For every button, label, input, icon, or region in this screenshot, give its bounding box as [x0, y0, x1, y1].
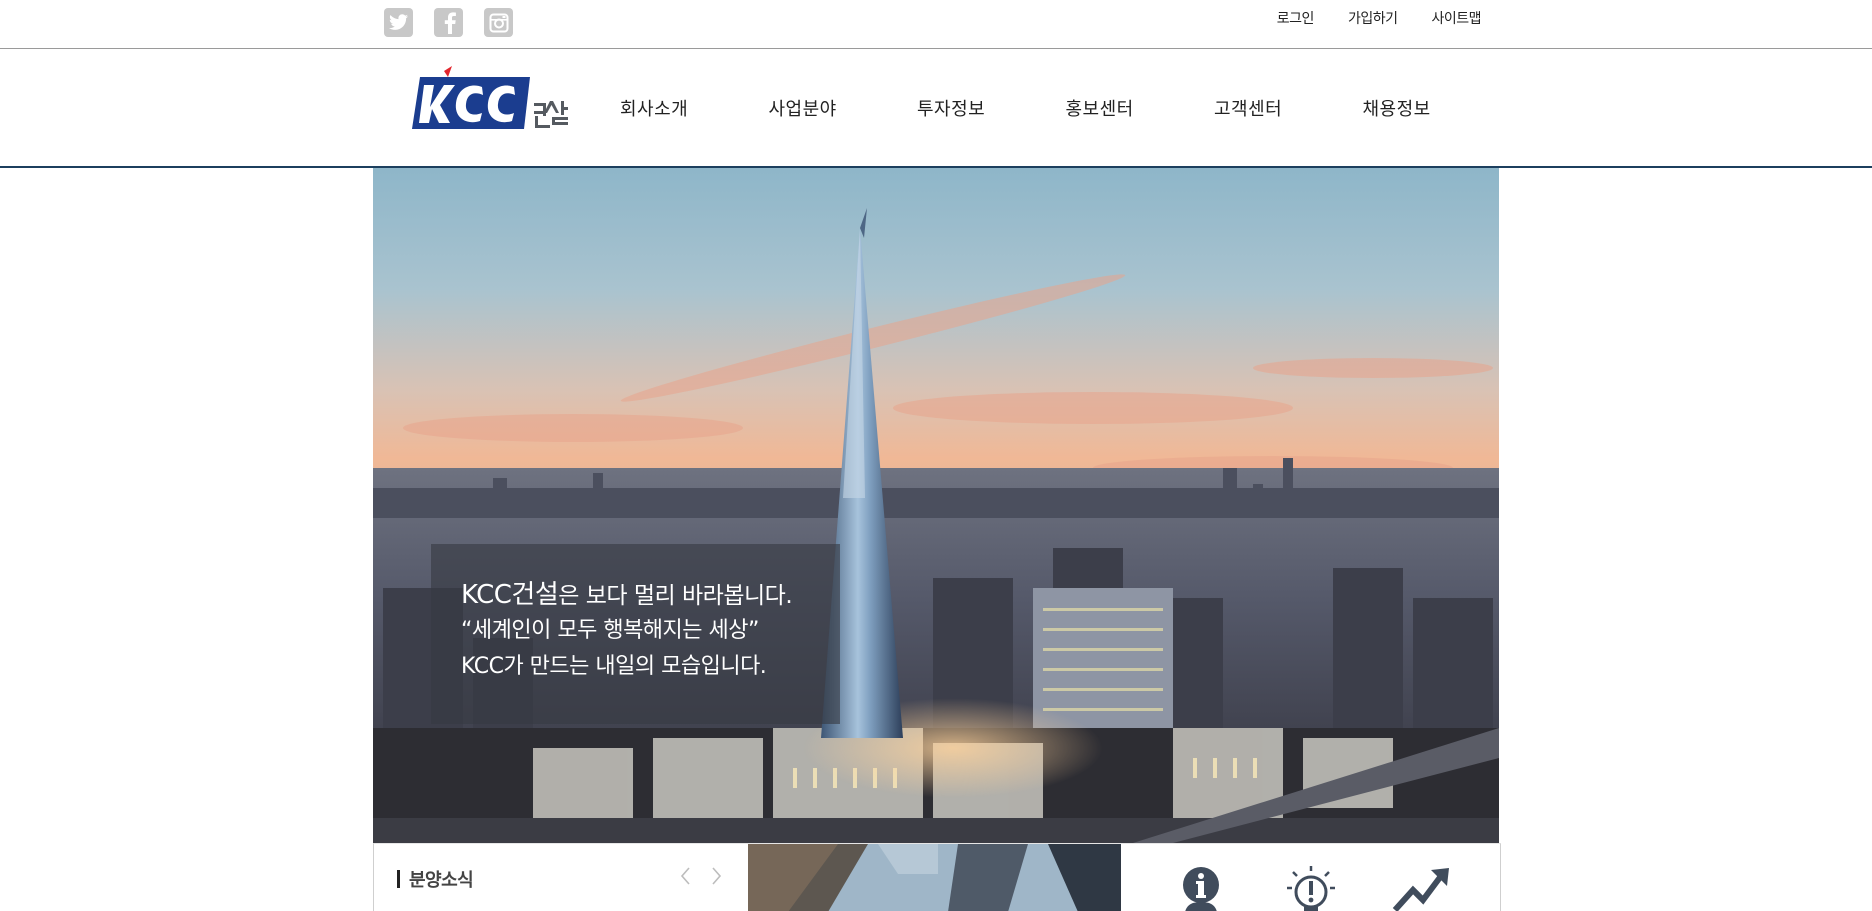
alert-lightbulb-icon[interactable] — [1281, 866, 1341, 911]
nav-company[interactable]: 회사소개 — [620, 95, 769, 121]
sitemap-link[interactable]: 사이트맵 — [1431, 8, 1481, 28]
title-bar-marker — [397, 870, 400, 888]
hero-cityscape-image — [373, 168, 1499, 843]
news-arrows — [679, 866, 723, 886]
nav-customer-center[interactable]: 고객센터 — [1214, 95, 1363, 121]
hero-caption-brand: KCC건설 — [461, 580, 559, 610]
hero-caption-line-1: KCC건설은 보다 멀리 바라봅니다. — [461, 574, 793, 611]
kcc-logo[interactable] — [410, 65, 570, 135]
bottom-panels: 분양소식 — [373, 843, 1501, 911]
news-title-label: 분양소식 — [409, 870, 474, 891]
main-nav: 회사소개 사업분야 투자정보 홍보센터 고객센터 채용정보 — [620, 95, 1511, 121]
login-link[interactable]: 로그인 — [1277, 8, 1315, 28]
nav-pr-center[interactable]: 홍보센터 — [1066, 95, 1215, 121]
next-arrow-icon[interactable] — [709, 866, 723, 886]
news-panel: 분양소식 — [374, 844, 747, 911]
hero-caption-line-1-rest: 은 보다 멀리 바라봅니다. — [558, 583, 793, 609]
news-title: 분양소식 — [397, 866, 474, 892]
main-header: 회사소개 사업분야 투자정보 홍보센터 고객센터 채용정보 — [0, 49, 1872, 168]
nav-investment[interactable]: 투자정보 — [917, 95, 1066, 121]
nav-business[interactable]: 사업분야 — [769, 95, 918, 121]
utility-links: 로그인 가입하기 사이트맵 — [1277, 8, 1482, 28]
hero-banner: KCC건설은 보다 멀리 바라봅니다. “세계인이 모두 행복해지는 세상” K… — [373, 168, 1499, 843]
social-links — [384, 8, 513, 37]
hero-caption: KCC건설은 보다 멀리 바라봅니다. “세계인이 모두 행복해지는 세상” K… — [431, 544, 840, 724]
instagram-icon[interactable] — [484, 8, 513, 37]
growth-chart-icon[interactable] — [1391, 866, 1451, 911]
hero-caption-line-2: “세계인이 모두 행복해지는 세상” — [461, 618, 759, 643]
nav-careers[interactable]: 채용정보 — [1363, 95, 1512, 121]
signup-link[interactable]: 가입하기 — [1348, 8, 1398, 28]
prev-arrow-icon[interactable] — [679, 866, 693, 886]
building-photo[interactable] — [748, 844, 1121, 911]
info-person-icon[interactable] — [1171, 866, 1231, 911]
facebook-icon[interactable] — [434, 8, 463, 37]
utility-bar: 로그인 가입하기 사이트맵 — [0, 0, 1872, 49]
hero-caption-line-3: KCC가 만드는 내일의 모습입니다. — [461, 654, 767, 679]
quick-icons — [1121, 844, 1500, 911]
twitter-icon[interactable] — [384, 8, 413, 37]
page: 로그인 가입하기 사이트맵 회사소개 사업분야 투자정보 홍보센터 고객센터 채… — [0, 0, 1872, 911]
